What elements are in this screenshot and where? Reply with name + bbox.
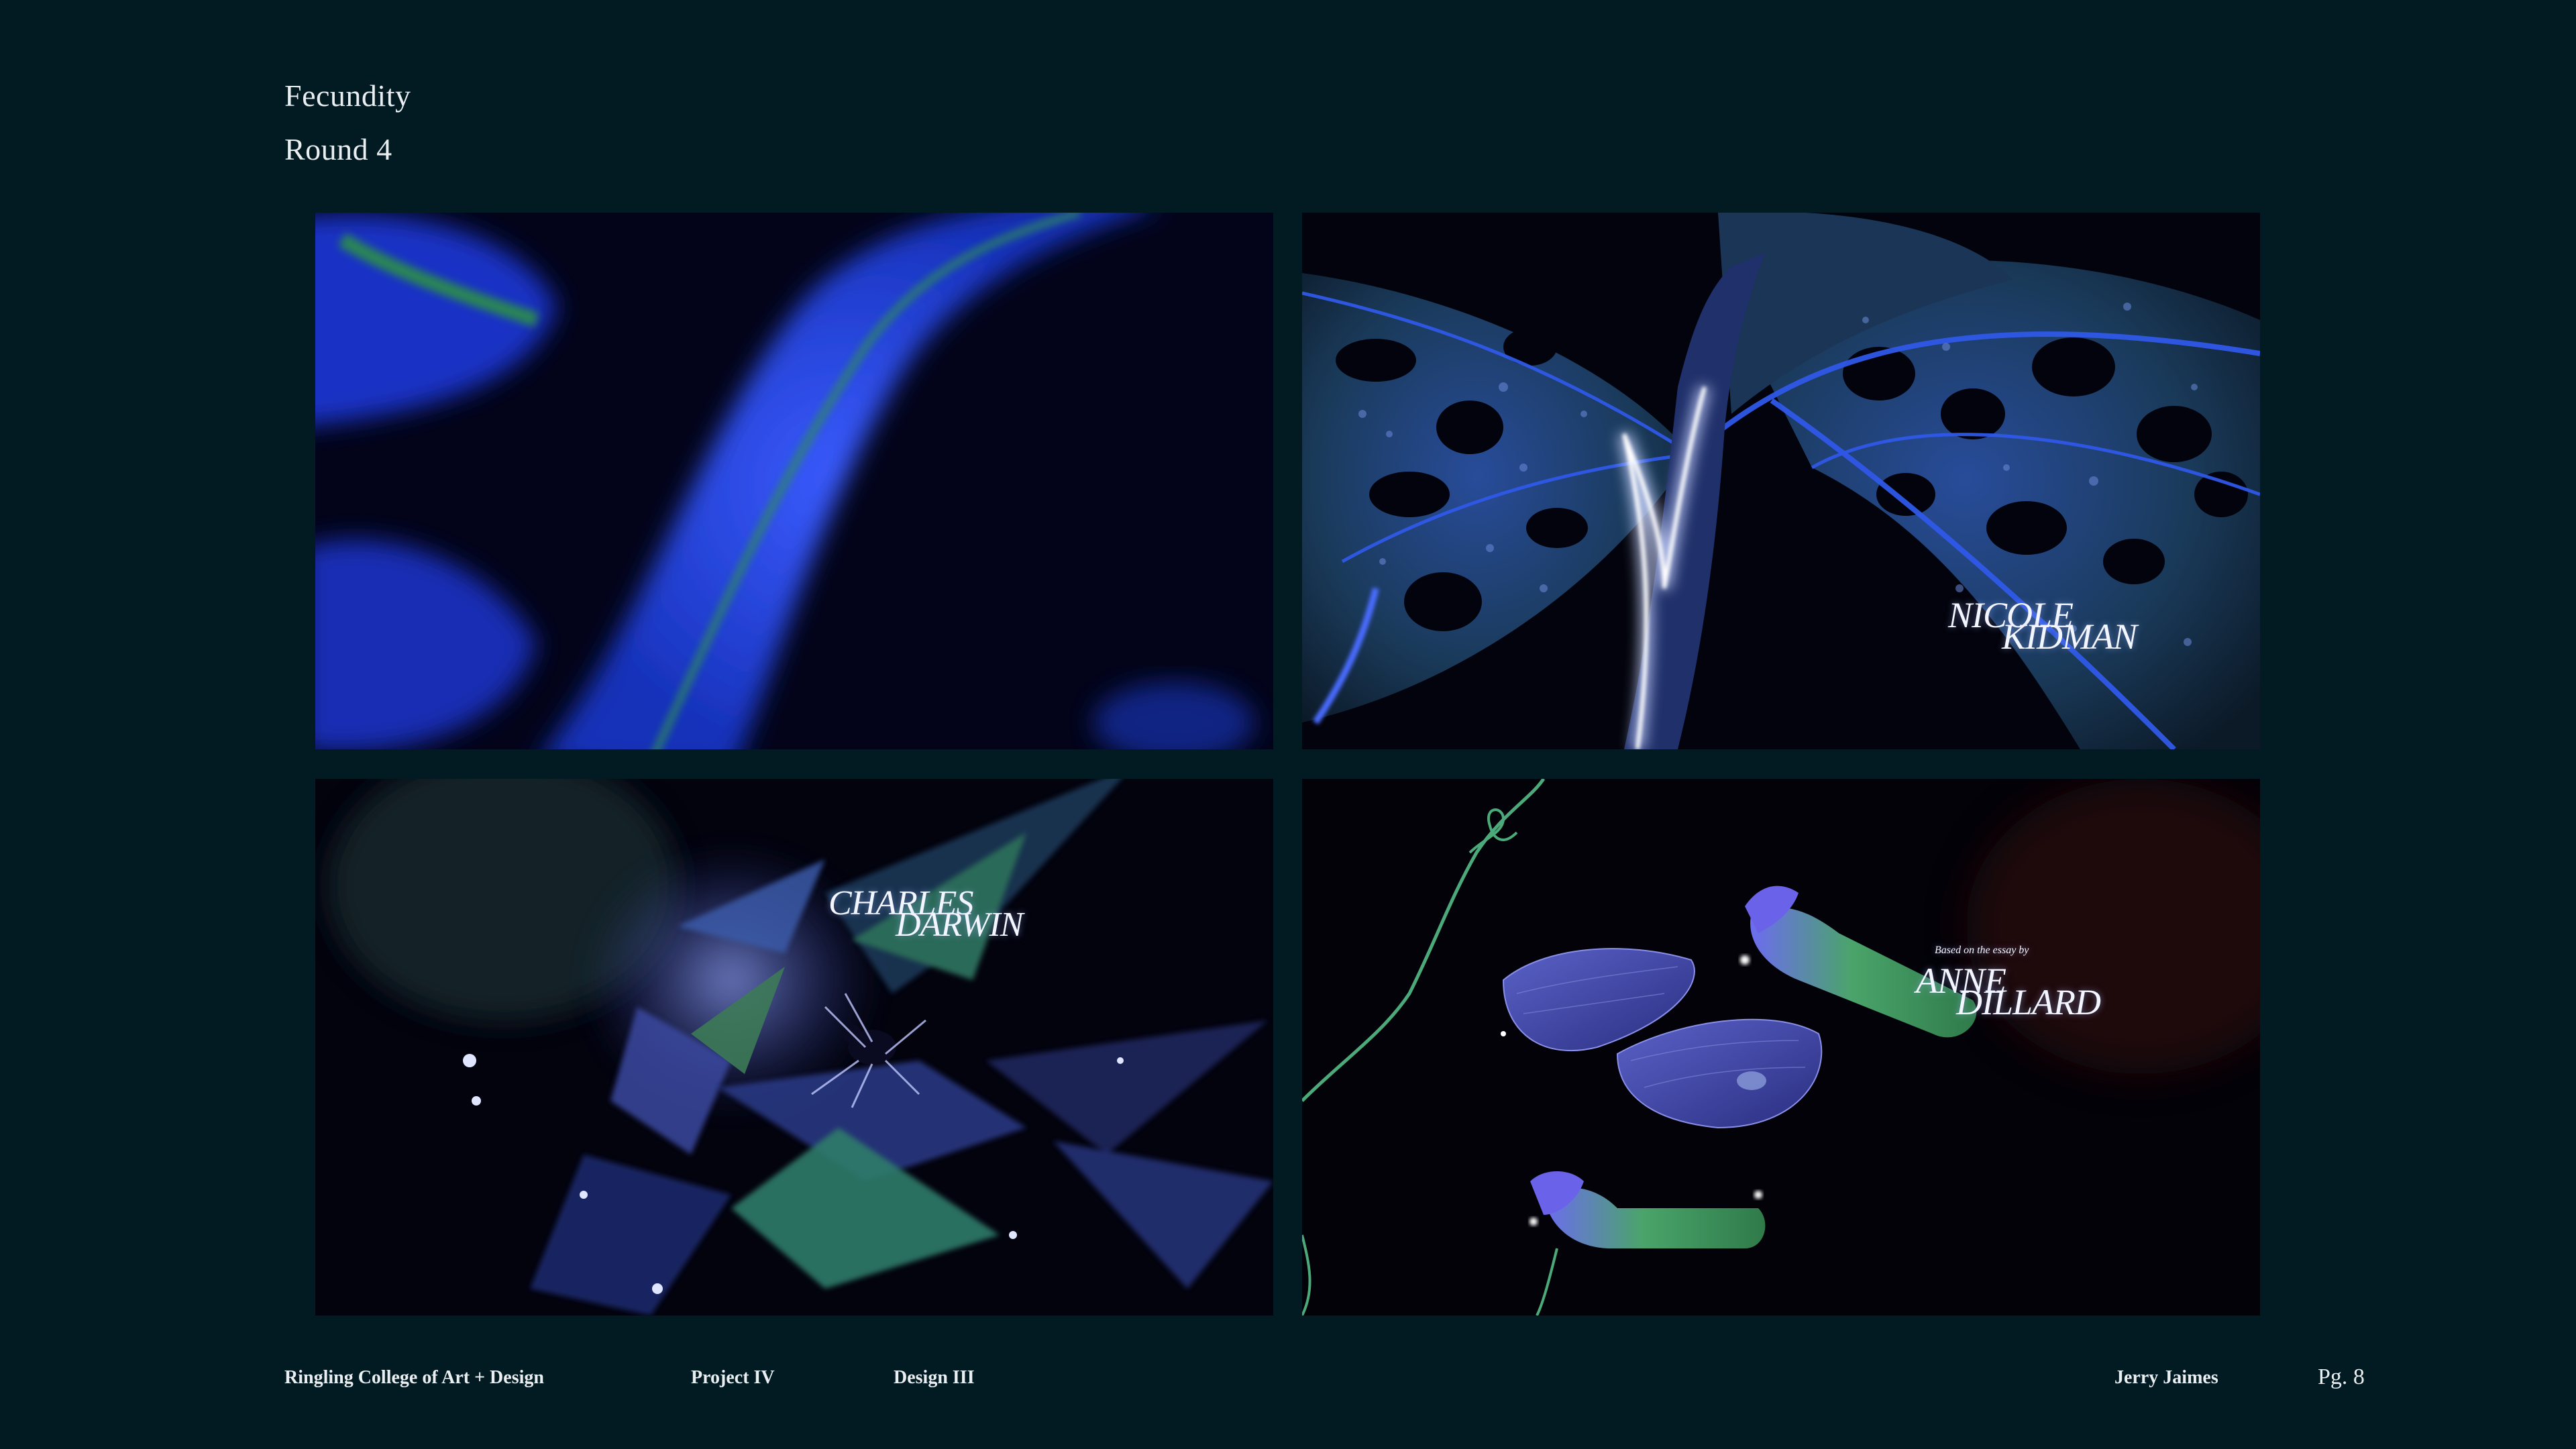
footer-author: Jerry Jaimes — [2114, 1367, 2218, 1388]
still-image-moth-and-flowers — [1302, 779, 2260, 1316]
still-image-perforated-leaf — [1302, 213, 2260, 749]
credit-nicole-kidman: NICOLE KIDMAN — [1948, 597, 2137, 655]
credit-preface: Based on the essay by — [1935, 945, 2029, 956]
credit-charles-darwin: CHARLES DARWIN — [828, 886, 1023, 944]
credit-line-2: KIDMAN — [2002, 616, 2137, 657]
still-image-blue-leaf — [315, 213, 1273, 749]
footer-project: Project IV — [691, 1367, 775, 1388]
credit-anne-dillard: Based on the essay by ANNE DILLARD — [1916, 945, 2101, 1022]
page-subtitle: Round 4 — [284, 132, 392, 166]
film-still-2: NICOLE KIDMAN — [1302, 213, 2260, 749]
film-still-4: Based on the essay by ANNE DILLARD — [1302, 779, 2260, 1316]
page-title: Fecundity — [284, 78, 411, 113]
footer-course: Design III — [894, 1367, 975, 1388]
film-still-1 — [315, 213, 1273, 749]
footer-college: Ringling College of Art + Design — [284, 1367, 544, 1388]
credit-line-2: DILLARD — [1956, 982, 2101, 1022]
credit-line-2: DARWIN — [896, 906, 1023, 944]
still-image-spiky-plant — [315, 779, 1273, 1316]
film-still-3: CHARLES DARWIN — [315, 779, 1273, 1316]
page-number: Pg. 8 — [2318, 1364, 2365, 1389]
